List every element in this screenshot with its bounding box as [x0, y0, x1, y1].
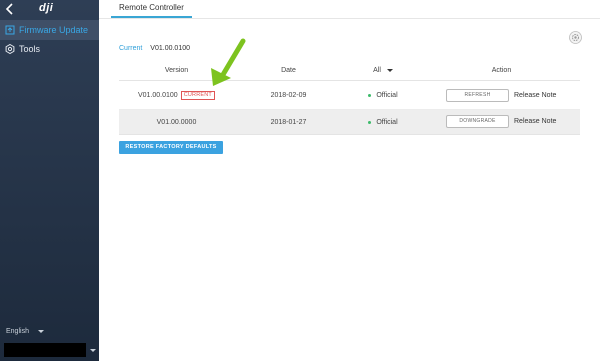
table-header: Version Date All Action	[119, 60, 580, 81]
date-cell: 2018-01-27	[270, 118, 307, 126]
version-cell: V01.00.0000	[119, 110, 234, 134]
language-label: English	[6, 328, 29, 335]
downgrade-button[interactable]: DOWNGRADE	[446, 115, 509, 128]
filter-dropdown[interactable]: All	[343, 60, 423, 80]
sidebar-item-label: Tools	[19, 44, 41, 54]
dji-logo: dji	[39, 2, 54, 14]
settings-icon[interactable]	[569, 31, 582, 44]
sidebar-item-firmware-update[interactable]: Firmware Update	[0, 20, 99, 40]
sidebar-item-label: Firmware Update	[19, 25, 89, 35]
status-dot-icon	[368, 93, 372, 97]
chevron-down-icon[interactable]	[90, 349, 96, 352]
sidebar-item-tools[interactable]: Tools	[0, 39, 99, 59]
table-row: V01.00.0100 CURRENT 2018-02-09 Official …	[119, 81, 580, 110]
sidebar: dji Firmware Update Tools English	[0, 0, 99, 361]
release-note-link[interactable]: Release Note	[514, 118, 556, 125]
chevron-down-icon	[37, 329, 44, 333]
type-text: Official	[376, 91, 398, 99]
restore-factory-defaults-button[interactable]: RESTORE FACTORY DEFAULTS	[119, 141, 223, 154]
release-note-link[interactable]: Release Note	[514, 92, 556, 99]
column-header-action: Action	[491, 66, 512, 74]
version-text: V01.00.0100	[138, 91, 178, 99]
status-dot-icon	[368, 120, 372, 124]
date-cell: 2018-02-09	[270, 91, 307, 99]
current-badge: CURRENT	[180, 90, 215, 100]
version-text: V01.00.0000	[156, 118, 197, 126]
filter-label: All	[373, 66, 381, 74]
account-field[interactable]	[4, 343, 86, 357]
table-row: V01.00.0000 2018-01-27 Official DOWNGRAD…	[119, 110, 580, 135]
gear-icon	[5, 44, 15, 54]
refresh-button[interactable]: REFRESH	[446, 89, 509, 102]
back-arrow-icon[interactable]	[5, 3, 15, 15]
firmware-icon	[5, 25, 15, 35]
column-header-date: Date	[281, 66, 296, 74]
caret-down-icon	[386, 68, 393, 72]
current-version: Current V01.00.0100	[119, 45, 190, 52]
sidebar-header: dji	[0, 0, 99, 18]
annotation-arrow-icon	[211, 38, 246, 86]
tab-bar: Remote Controller	[99, 0, 600, 19]
language-selector[interactable]: English	[6, 328, 44, 335]
current-value: V01.00.0100	[150, 45, 190, 52]
type-cell: Official	[343, 81, 423, 109]
main-panel: Remote Controller Current V01.00.0100 Ve…	[99, 0, 600, 361]
tab-remote-controller[interactable]: Remote Controller	[111, 0, 192, 18]
type-cell: Official	[343, 110, 423, 134]
type-text: Official	[376, 118, 398, 126]
current-label: Current	[119, 45, 143, 52]
